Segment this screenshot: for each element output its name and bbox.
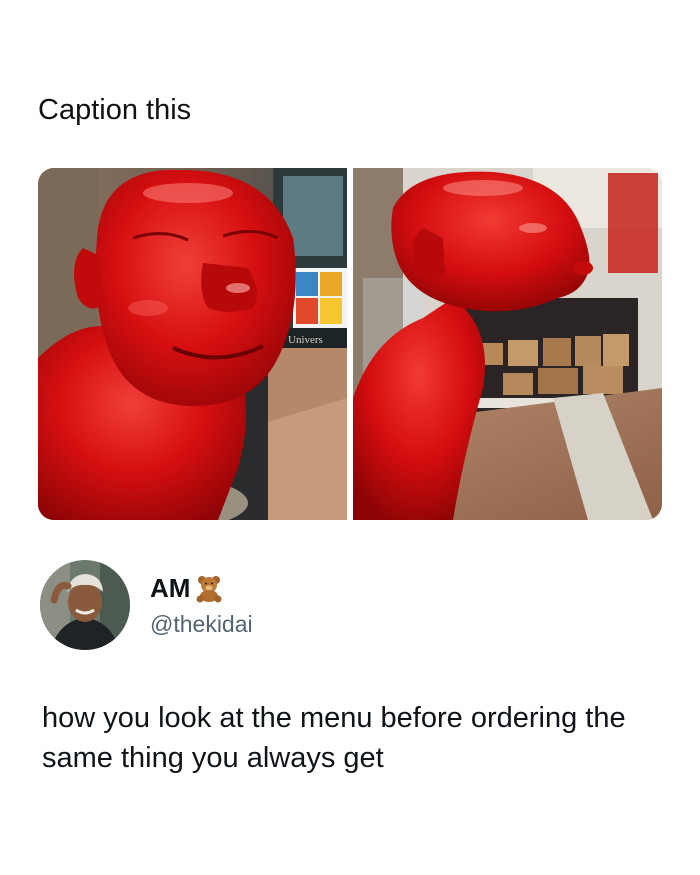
author-name-text: AM bbox=[150, 572, 191, 603]
author-handle[interactable]: @thekidai bbox=[150, 611, 253, 638]
author-names: AM @thekidai bbox=[150, 573, 253, 638]
photo-statue-profile[interactable] bbox=[353, 168, 662, 520]
avatar[interactable] bbox=[40, 560, 130, 650]
author-display-name[interactable]: AM bbox=[150, 573, 253, 603]
red-statue-front-image: Univers bbox=[38, 168, 347, 520]
red-statue-profile-image bbox=[353, 168, 662, 520]
post-caption: Caption this bbox=[38, 94, 192, 126]
avatar-image bbox=[40, 560, 130, 650]
store-sign-text: Univers bbox=[288, 334, 323, 346]
photo-statue-front[interactable]: Univers bbox=[38, 168, 347, 520]
teddy-bear-icon bbox=[194, 573, 224, 603]
tweet-author[interactable]: AM @thekidai bbox=[40, 560, 253, 650]
tweet-text: how you look at the menu before ordering… bbox=[42, 702, 626, 774]
photo-grid[interactable]: Univers bbox=[38, 168, 662, 520]
